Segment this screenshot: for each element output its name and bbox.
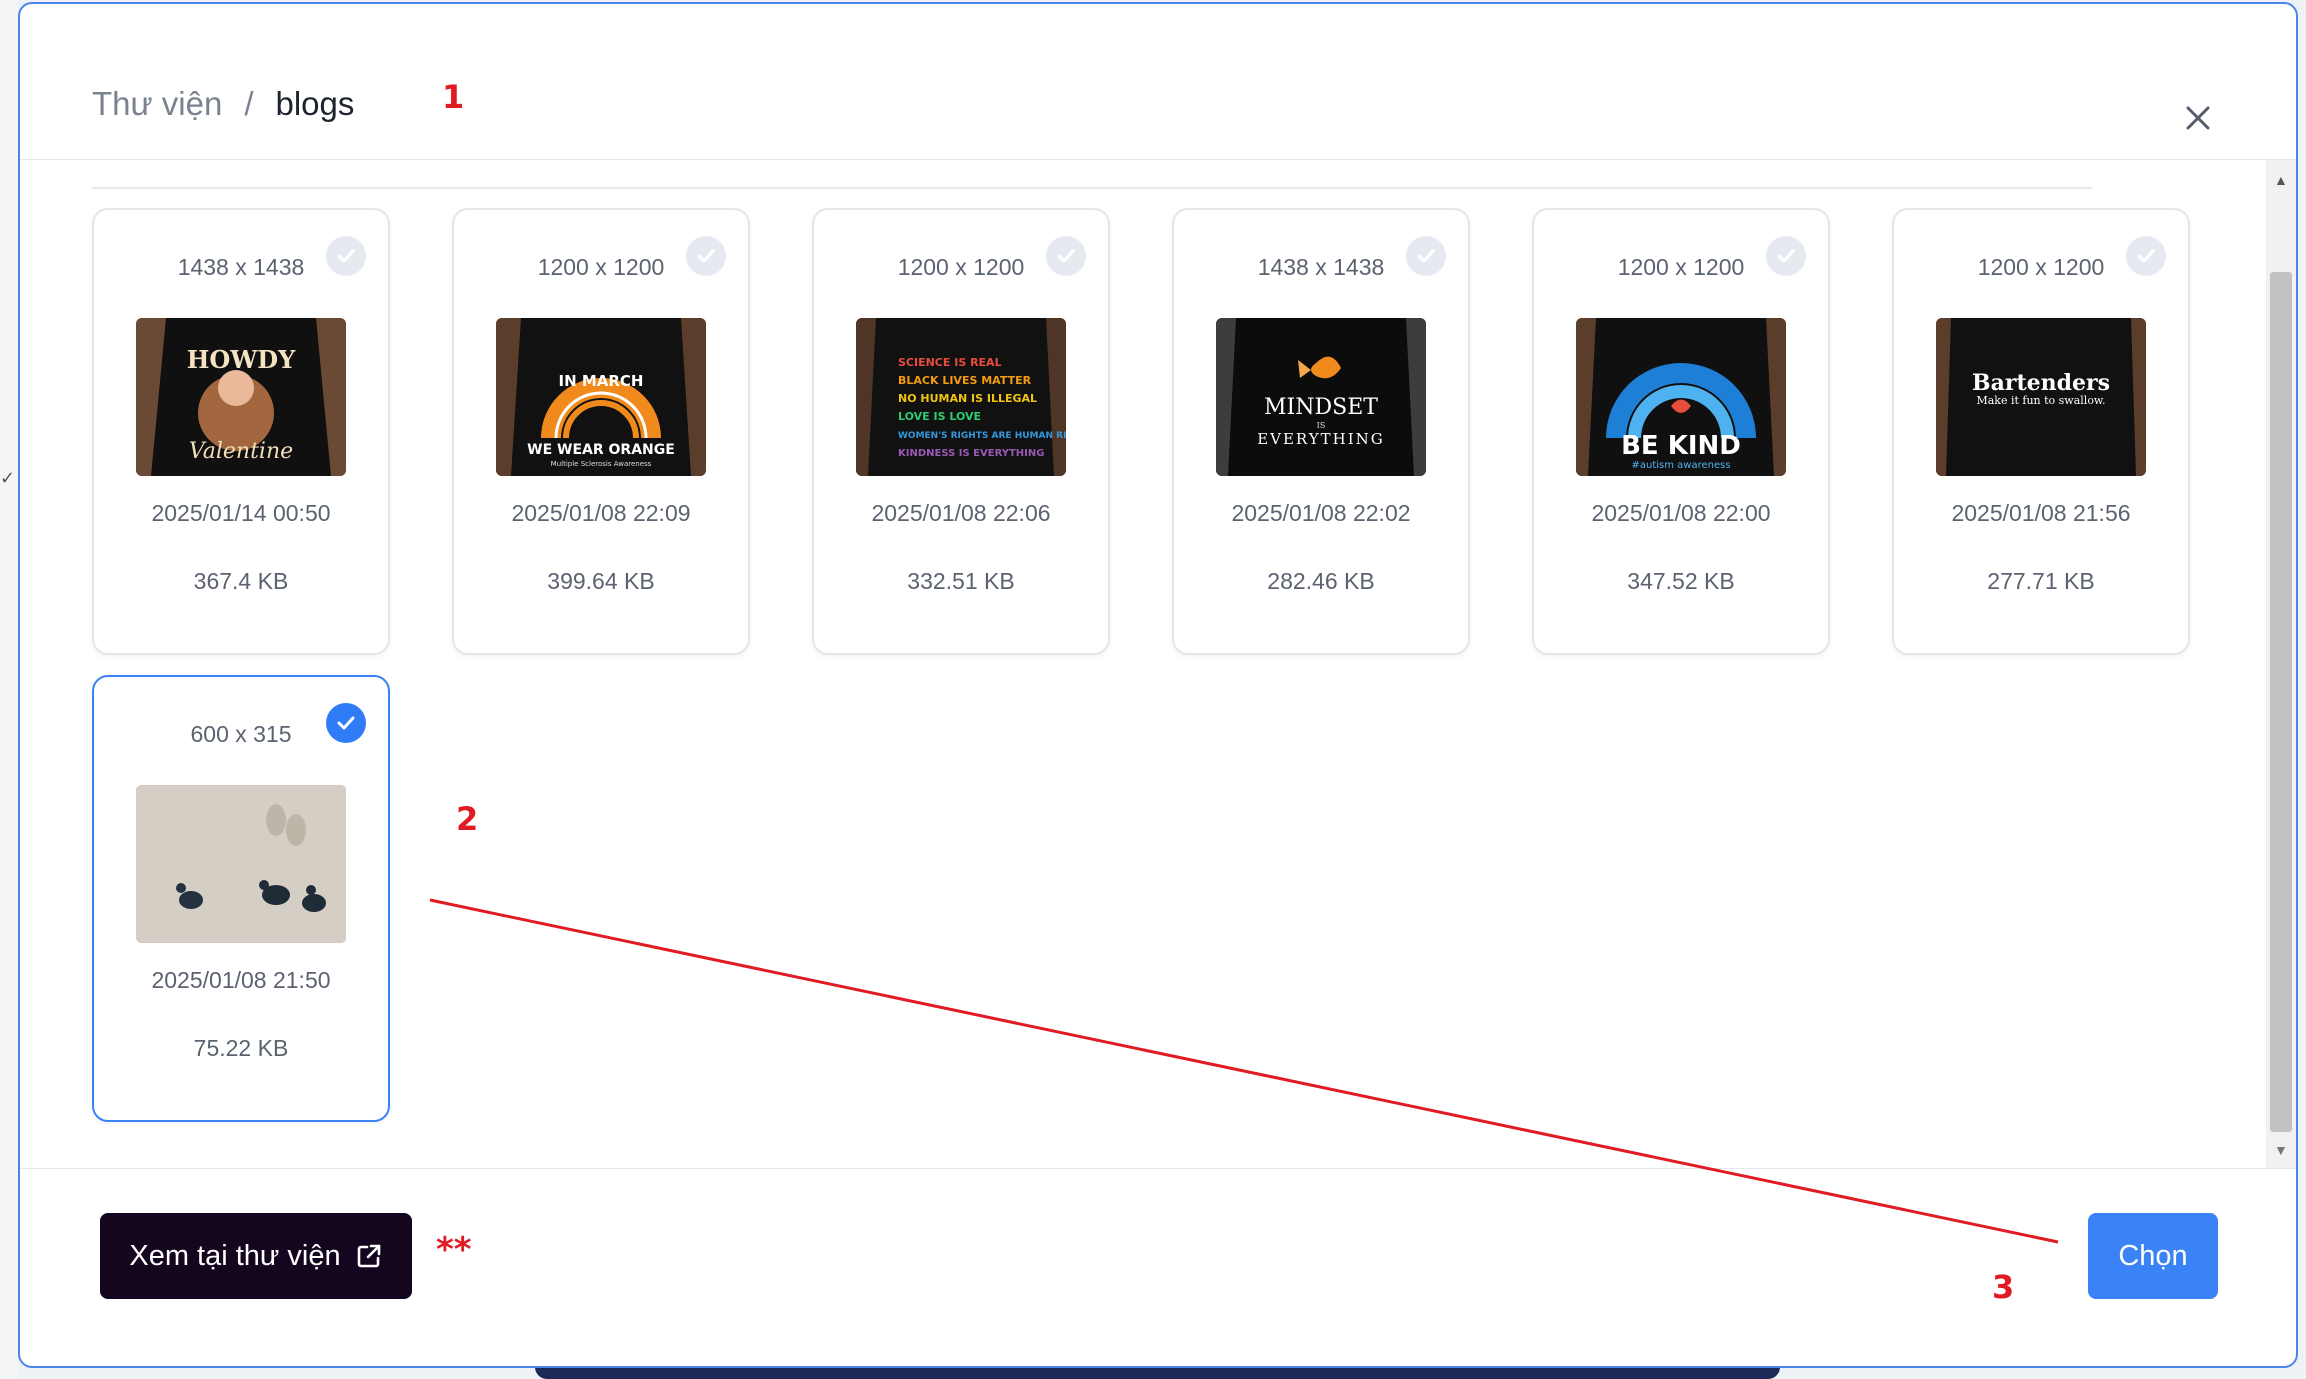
image-date: 2025/01/08 22:00 bbox=[1591, 500, 1771, 526]
thumb-text: WE WEAR ORANGE bbox=[527, 442, 675, 458]
library-modal: Thư viện / blogs 1438 x 1438 HOWDY Valen… bbox=[18, 2, 2298, 1368]
annotation-stars: ** bbox=[436, 1230, 472, 1270]
breadcrumb-separator: / bbox=[244, 85, 254, 122]
check-icon bbox=[1417, 249, 1435, 263]
image-grid-scroll-area[interactable]: 1438 x 1438 HOWDY Valentine 2025/01/14 0… bbox=[20, 160, 2282, 1168]
thumb-text: Multiple Sclerosis Awareness bbox=[551, 460, 652, 468]
thumb-text: LOVE IS LOVE bbox=[898, 410, 981, 423]
image-thumbnail: HOWDY Valentine bbox=[136, 318, 346, 476]
thumb-text: #autism awareness bbox=[1631, 460, 1730, 471]
check-icon bbox=[2137, 249, 2155, 263]
thumb-text: BLACK LIVES MATTER bbox=[898, 374, 1032, 387]
check-icon bbox=[1057, 249, 1075, 263]
select-checkbox[interactable] bbox=[1406, 236, 1446, 276]
image-thumbnail: SCIENCE IS REAL BLACK LIVES MATTER NO HU… bbox=[856, 318, 1066, 476]
image-thumbnail: Bartenders Make it fun to swallow. bbox=[1936, 318, 2146, 476]
select-checkbox[interactable] bbox=[326, 703, 366, 743]
breadcrumb-current: blogs bbox=[275, 85, 355, 122]
image-card-selected[interactable]: 600 x 315 2025/01/08 21:50 75.22 KB bbox=[92, 675, 390, 1122]
image-size: 399.64 KB bbox=[547, 568, 655, 594]
image-thumbnail bbox=[136, 785, 346, 943]
image-size: 277.71 KB bbox=[1987, 568, 2095, 594]
image-card[interactable]: 1200 x 1200 Bartenders Make it fun to sw… bbox=[1892, 208, 2190, 655]
close-button[interactable] bbox=[2180, 100, 2216, 136]
thumb-text: EVERYTHING bbox=[1257, 430, 1385, 448]
thumb-text: Valentine bbox=[189, 439, 293, 464]
image-date: 2025/01/08 22:06 bbox=[871, 500, 1051, 526]
check-icon bbox=[697, 249, 715, 263]
close-icon bbox=[2186, 106, 2210, 130]
image-thumbnail: BE KIND #autism awareness bbox=[1576, 318, 1786, 476]
divider bbox=[92, 187, 2092, 189]
vertical-scrollbar[interactable]: ▲ ▼ bbox=[2266, 160, 2296, 1168]
thumb-text: NO HUMAN IS ILLEGAL bbox=[898, 392, 1037, 405]
image-card[interactable]: 1200 x 1200 IN MARCH WE WEAR ORANGE Mult… bbox=[452, 208, 750, 655]
backdrop-chevron-icon: ✓ bbox=[0, 468, 16, 488]
modal-footer: Xem tại thư viện Chọn bbox=[20, 1168, 2296, 1366]
thumb-text: MINDSET bbox=[1264, 395, 1378, 420]
image-card[interactable]: 1438 x 1438 MINDSET IS EVERYTHING 2025/0… bbox=[1172, 208, 1470, 655]
image-grid: 1438 x 1438 HOWDY Valentine 2025/01/14 0… bbox=[92, 208, 2190, 1122]
check-icon bbox=[1777, 249, 1795, 263]
thumb-text: SCIENCE IS REAL bbox=[898, 356, 1002, 369]
image-size: 332.51 KB bbox=[907, 568, 1015, 594]
thumb-text: IN MARCH bbox=[558, 372, 643, 390]
select-checkbox[interactable] bbox=[326, 236, 366, 276]
image-size: 75.22 KB bbox=[193, 1035, 289, 1061]
scrollbar-thumb[interactable] bbox=[2270, 272, 2292, 1132]
check-icon bbox=[337, 249, 355, 263]
check-icon bbox=[337, 716, 355, 730]
select-checkbox[interactable] bbox=[686, 236, 726, 276]
select-checkbox[interactable] bbox=[1046, 236, 1086, 276]
thumb-text: WOMEN'S RIGHTS ARE HUMAN RIGHTS bbox=[898, 431, 1066, 441]
select-checkbox[interactable] bbox=[1766, 236, 1806, 276]
image-date: 2025/01/08 21:56 bbox=[1951, 500, 2131, 526]
thumb-text: Make it fun to swallow. bbox=[1976, 394, 2105, 407]
image-thumbnail: MINDSET IS EVERYTHING bbox=[1216, 318, 1426, 476]
image-size: 367.4 KB bbox=[193, 568, 289, 594]
modal-header: Thư viện / blogs bbox=[20, 4, 2296, 160]
thumb-text: BE KIND bbox=[1621, 431, 1741, 461]
breadcrumb: Thư viện / blogs bbox=[92, 82, 354, 126]
image-size: 347.52 KB bbox=[1627, 568, 1735, 594]
image-date: 2025/01/08 21:50 bbox=[151, 967, 331, 993]
image-thumbnail: IN MARCH WE WEAR ORANGE Multiple Scleros… bbox=[496, 318, 706, 476]
select-checkbox[interactable] bbox=[2126, 236, 2166, 276]
image-card[interactable]: 1438 x 1438 HOWDY Valentine 2025/01/14 0… bbox=[92, 208, 390, 655]
image-date: 2025/01/08 22:09 bbox=[511, 500, 691, 526]
image-date: 2025/01/14 00:50 bbox=[151, 500, 331, 526]
scroll-up-arrow-icon[interactable]: ▲ bbox=[2274, 172, 2288, 188]
thumb-text: KINDNESS IS EVERYTHING bbox=[898, 448, 1044, 459]
thumb-text: IS bbox=[1317, 421, 1326, 430]
backdrop bbox=[0, 0, 18, 1379]
image-date: 2025/01/08 22:02 bbox=[1231, 500, 1411, 526]
choose-button[interactable]: Chọn bbox=[2088, 1213, 2218, 1299]
annotation-label: 3 bbox=[1992, 1268, 2015, 1306]
annotation-label: 1 bbox=[442, 78, 465, 116]
view-in-library-button[interactable]: Xem tại thư viện bbox=[100, 1213, 412, 1299]
thumb-text: Bartenders bbox=[1972, 370, 2110, 396]
external-link-icon bbox=[357, 1244, 380, 1268]
image-size: 282.46 KB bbox=[1267, 568, 1375, 594]
view-in-library-label: Xem tại thư viện bbox=[129, 1239, 341, 1272]
scroll-down-arrow-icon[interactable]: ▼ bbox=[2274, 1142, 2288, 1158]
thumb-text: HOWDY bbox=[187, 345, 296, 374]
breadcrumb-root[interactable]: Thư viện bbox=[92, 82, 222, 126]
image-card[interactable]: 1200 x 1200 BE KIND #autism awareness 20… bbox=[1532, 208, 1830, 655]
annotation-label: 2 bbox=[456, 800, 479, 838]
image-card[interactable]: 1200 x 1200 SCIENCE IS REAL BLACK LIVES … bbox=[812, 208, 1110, 655]
